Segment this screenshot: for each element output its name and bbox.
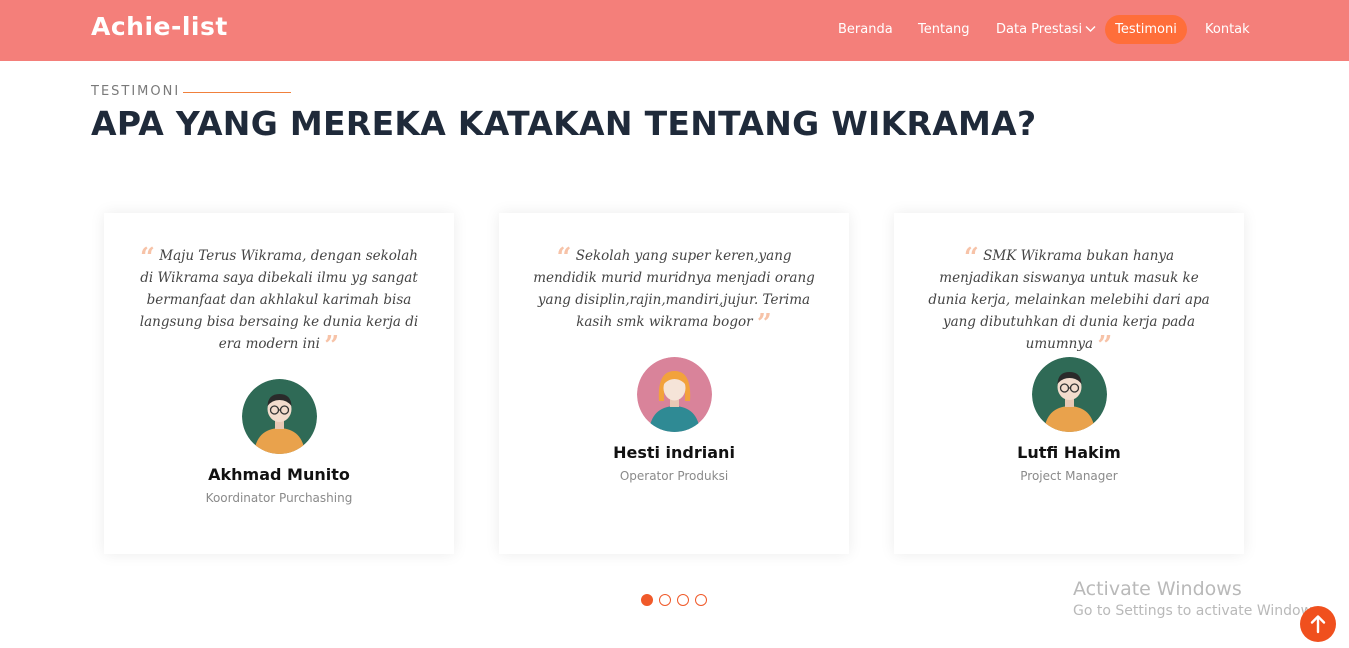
- quote-close-icon: ”: [1097, 331, 1113, 361]
- quote-open-icon: “: [963, 243, 979, 273]
- activate-windows-title: Activate Windows: [1073, 578, 1242, 600]
- quote-close-icon: ”: [324, 331, 340, 361]
- nav-item-beranda[interactable]: Beranda: [838, 15, 893, 44]
- testimonial-name: Akhmad Munito: [208, 465, 350, 484]
- section-eyebrow: TESTIMONI: [91, 84, 181, 99]
- testimonial-card: “ Maju Terus Wikrama, dengan sekolah di …: [104, 213, 454, 554]
- main-nav: Beranda Tentang Data Prestasi Testimoni …: [0, 15, 1349, 44]
- nav-item-data-prestasi-label: Data Prestasi: [996, 22, 1083, 37]
- testimonial-quote: “ Maju Terus Wikrama, dengan sekolah di …: [134, 243, 424, 359]
- testimonial-name: Hesti indriani: [613, 443, 735, 462]
- quote-close-icon: ”: [756, 309, 772, 339]
- carousel-dot-2[interactable]: [659, 594, 671, 606]
- carousel-dot-3[interactable]: [677, 594, 689, 606]
- arrow-up-icon: [1310, 615, 1326, 634]
- nav-item-tentang[interactable]: Tentang: [918, 15, 970, 44]
- nav-item-testimoni[interactable]: Testimoni: [1105, 15, 1187, 44]
- quote-open-icon: “: [556, 243, 572, 273]
- testimonial-role: Koordinator Purchashing: [205, 491, 353, 505]
- testimonial-quote: “ Sekolah yang super keren,yang mendidik…: [529, 243, 819, 337]
- male-avatar-icon: [1032, 357, 1107, 432]
- nav-item-kontak[interactable]: Kontak: [1205, 15, 1250, 44]
- testimonial-quote-text: Sekolah yang super keren,yang mendidik m…: [533, 248, 815, 330]
- male-avatar-icon: [242, 379, 317, 454]
- quote-open-icon: “: [140, 243, 155, 273]
- carousel-dot-1[interactable]: [641, 594, 653, 606]
- chevron-down-icon: [1085, 15, 1096, 44]
- testimonial-role: Operator Produksi: [619, 469, 729, 483]
- testimonial-quote-text: Maju Terus Wikrama, dengan sekolah di Wi…: [139, 248, 419, 352]
- eyebrow-divider: [183, 92, 291, 93]
- testimonial-quote: “ SMK Wikrama bukan hanya menjadikan sis…: [924, 243, 1214, 359]
- nav-item-data-prestasi[interactable]: Data Prestasi: [996, 15, 1096, 44]
- testimonial-role: Project Manager: [1020, 469, 1118, 483]
- section-title: APA YANG MEREKA KATAKAN TENTANG WIKRAMA?: [91, 104, 1037, 143]
- carousel-dot-4[interactable]: [695, 594, 707, 606]
- back-to-top-button[interactable]: [1300, 606, 1336, 642]
- female-avatar-icon: [637, 357, 712, 432]
- testimonial-card: “ SMK Wikrama bukan hanya menjadikan sis…: [894, 213, 1244, 554]
- testimonial-name: Lutfi Hakim: [1017, 443, 1121, 462]
- top-navbar: Achie-list Beranda Tentang Data Prestasi…: [0, 0, 1349, 61]
- testimonial-card: “ Sekolah yang super keren,yang mendidik…: [499, 213, 849, 554]
- activate-windows-subtitle: Go to Settings to activate Windows.: [1073, 603, 1324, 619]
